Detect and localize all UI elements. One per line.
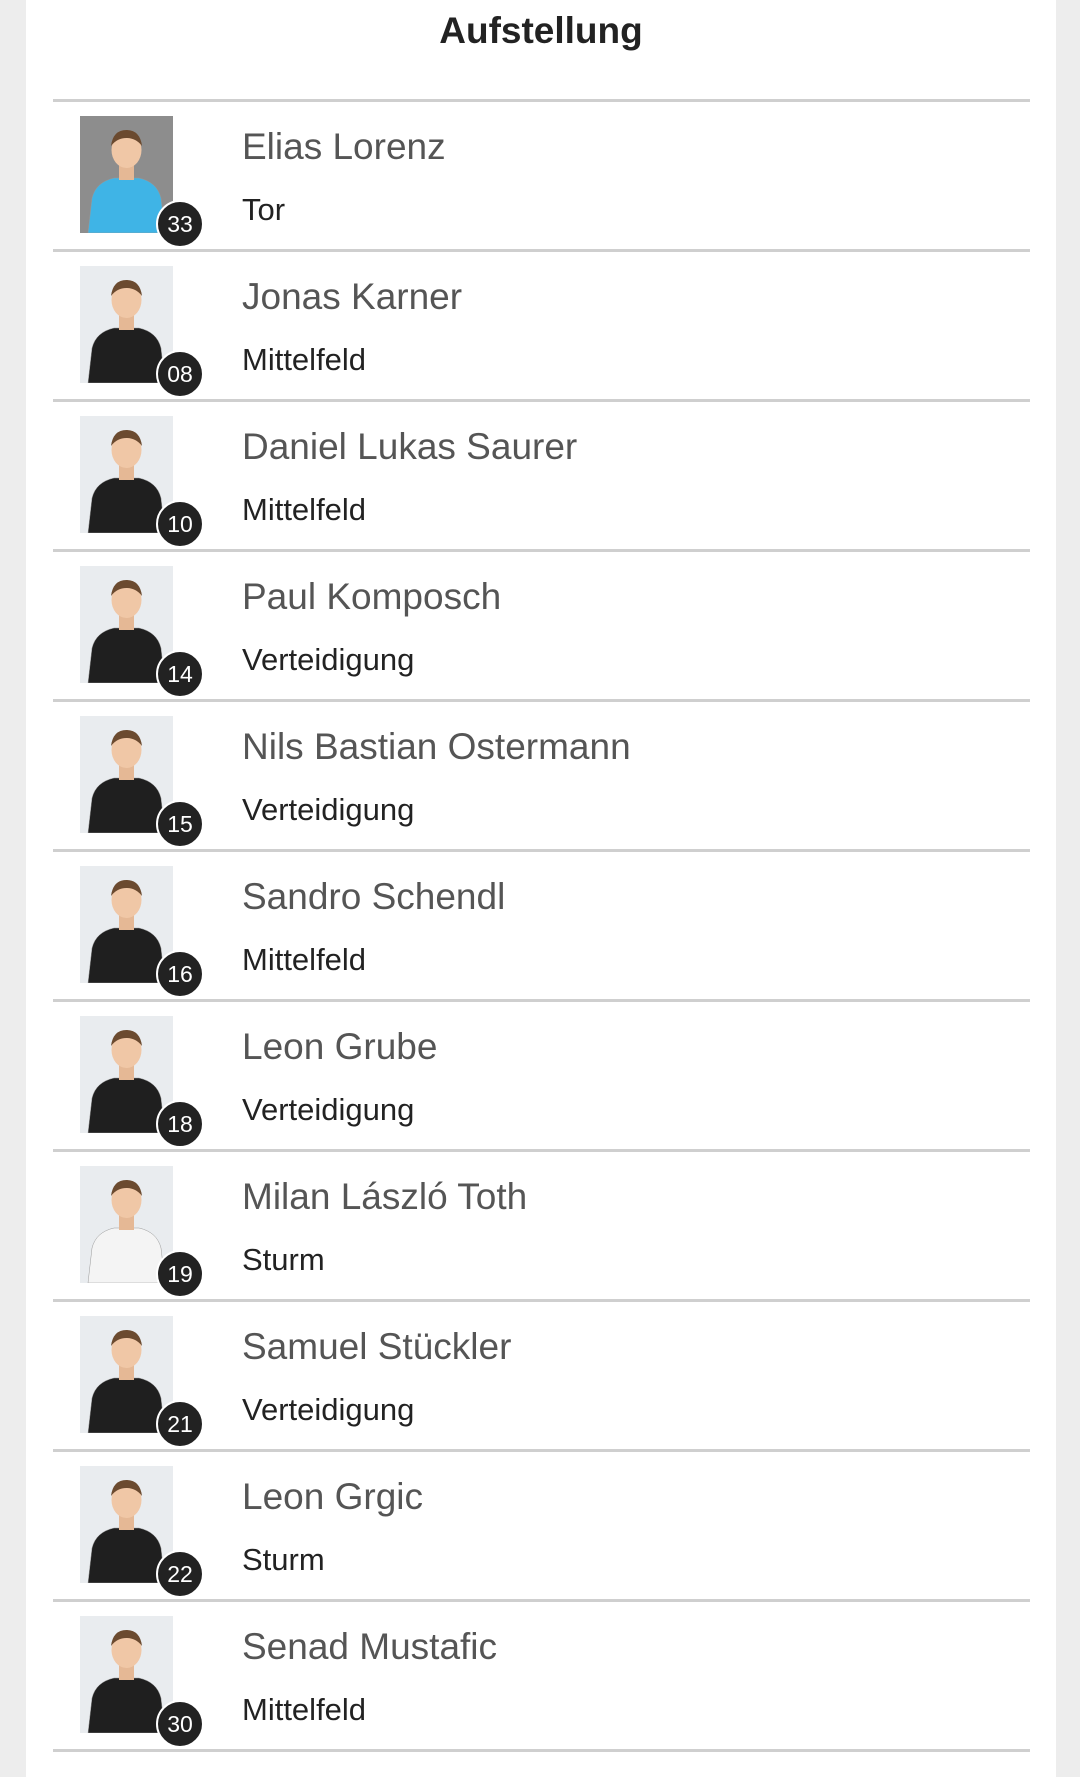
player-row[interactable]: 18 Leon Grube Verteidigung <box>53 1002 1030 1152</box>
player-position: Mittelfeld <box>242 1692 367 1727</box>
player-position: Verteidigung <box>242 1392 415 1427</box>
player-number-badge: 30 <box>156 1700 204 1748</box>
player-row[interactable]: 16 Sandro Schendl Mittelfeld <box>53 852 1030 1002</box>
player-position: Verteidigung <box>242 792 415 827</box>
player-number-badge: 10 <box>156 500 204 548</box>
player-name: Daniel Lukas Saurer <box>242 426 578 467</box>
player-row[interactable]: 15 Nils Bastian Ostermann Verteidigung <box>53 702 1030 852</box>
player-name: Samuel Stückler <box>242 1326 512 1367</box>
lineup-card: Aufstellung 33 Elias Lorenz Tor 08 Jonas… <box>26 0 1056 1777</box>
player-list: 33 Elias Lorenz Tor 08 Jonas Karner Mitt… <box>53 99 1030 1752</box>
player-number-badge: 16 <box>156 950 204 998</box>
player-number-badge: 15 <box>156 800 204 848</box>
player-name: Nils Bastian Ostermann <box>242 726 631 767</box>
page-title: Aufstellung <box>439 10 643 51</box>
player-row[interactable]: 10 Daniel Lukas Saurer Mittelfeld <box>53 402 1030 552</box>
player-row[interactable]: 33 Elias Lorenz Tor <box>53 102 1030 252</box>
player-row[interactable]: 21 Samuel Stückler Verteidigung <box>53 1302 1030 1452</box>
player-row[interactable]: 08 Jonas Karner Mittelfeld <box>53 252 1030 402</box>
player-name: Leon Grgic <box>242 1476 423 1517</box>
player-position: Mittelfeld <box>242 342 367 377</box>
player-number-badge: 08 <box>156 350 204 398</box>
player-row[interactable]: 30 Senad Mustafic Mittelfeld <box>53 1602 1030 1752</box>
player-number-badge: 22 <box>156 1550 204 1598</box>
player-position: Verteidigung <box>242 1092 415 1127</box>
player-position: Sturm <box>242 1542 325 1577</box>
player-name: Elias Lorenz <box>242 126 446 167</box>
player-position: Sturm <box>242 1242 325 1277</box>
player-name: Leon Grube <box>242 1026 438 1067</box>
player-position: Mittelfeld <box>242 942 367 977</box>
player-name: Senad Mustafic <box>242 1626 498 1667</box>
player-position: Verteidigung <box>242 642 415 677</box>
player-number-badge: 21 <box>156 1400 204 1448</box>
player-number-badge: 14 <box>156 650 204 698</box>
player-name: Sandro Schendl <box>242 876 506 917</box>
player-number-badge: 19 <box>156 1250 204 1298</box>
player-position: Tor <box>242 192 286 227</box>
player-number-badge: 18 <box>156 1100 204 1148</box>
player-name: Milan László Toth <box>242 1176 528 1217</box>
player-row[interactable]: 14 Paul Komposch Verteidigung <box>53 552 1030 702</box>
player-row[interactable]: 19 Milan László Toth Sturm <box>53 1152 1030 1302</box>
player-number-badge: 33 <box>156 200 204 248</box>
player-name: Jonas Karner <box>242 276 463 317</box>
player-position: Mittelfeld <box>242 492 367 527</box>
player-row[interactable]: 22 Leon Grgic Sturm <box>53 1452 1030 1602</box>
player-name: Paul Komposch <box>242 576 502 617</box>
